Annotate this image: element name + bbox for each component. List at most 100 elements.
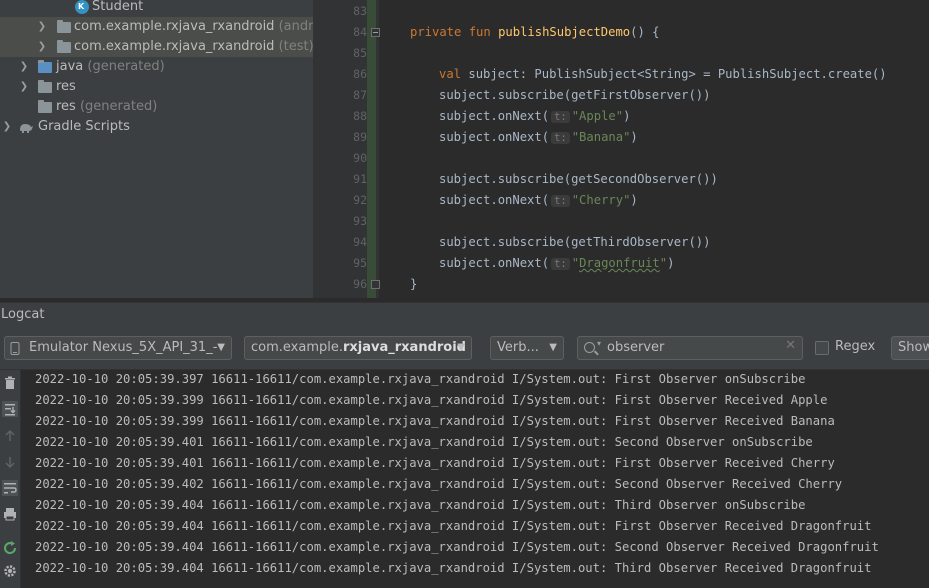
chevron-right-icon[interactable]: ❯ <box>18 57 30 77</box>
log-line[interactable]: 2022-10-10 20:05:39.399 16611-16611/com.… <box>35 411 835 432</box>
show-only-selected-button[interactable]: Show <box>891 336 929 360</box>
function-name: publishSubjectDemo <box>498 25 631 39</box>
log-line[interactable]: 2022-10-10 20:05:39.399 16611-16611/com.… <box>35 390 827 411</box>
search-history-caret-icon[interactable]: ▾ <box>597 339 601 348</box>
logcat-search-input[interactable]: ▾ observer ✕ <box>577 336 803 360</box>
tree-item-res-generated[interactable]: res (generated) <box>0 97 313 117</box>
line-number: 94 <box>353 235 367 249</box>
resource-folder-icon <box>38 100 52 113</box>
parameter-hint: t: <box>551 111 570 123</box>
line-number: 84 <box>353 25 367 39</box>
tree-item-label: com.example.rxjava_rxandroid <box>74 39 275 54</box>
print-icon[interactable] <box>2 506 18 522</box>
line-number: 96 <box>353 277 367 291</box>
gradle-elephant-icon <box>20 124 33 133</box>
logcat-side-toolbar <box>0 370 21 588</box>
log-line[interactable]: 2022-10-10 20:05:39.404 16611-16611/com.… <box>35 516 871 537</box>
code-line-89[interactable]: subject.onNext(t: "Banana") <box>439 127 638 148</box>
chevron-right-icon[interactable]: ❯ <box>1 117 13 137</box>
arrow-up-icon[interactable] <box>2 428 18 444</box>
package-prefix: com.example. <box>251 340 343 355</box>
device-selector[interactable]: Emulator Nexus_5X_API_31_- ▼ <box>4 336 232 360</box>
code-text: subject.onNext( <box>439 256 550 270</box>
log-line[interactable]: 2022-10-10 20:05:39.404 16611-16611/com.… <box>35 495 805 516</box>
log-line[interactable]: 2022-10-10 20:05:39.401 16611-16611/com.… <box>35 453 835 474</box>
code-line-92[interactable]: subject.onNext(t: "Cherry") <box>439 190 638 211</box>
typo-word: Dragonfruit <box>579 256 660 270</box>
code-text: ) <box>623 109 631 123</box>
tree-item-android-test-package[interactable]: ❯ com.example.rxjava_rxandroid (androidT… <box>0 17 313 37</box>
project-tree: Student ❯ com.example.rxjava_rxandroid (… <box>0 0 313 298</box>
vcs-change-marker <box>367 0 376 298</box>
line-number: 85 <box>353 46 367 60</box>
regex-checkbox[interactable] <box>815 341 829 355</box>
generated-folder-icon <box>38 60 52 73</box>
code-text: subject.onNext( <box>439 109 550 123</box>
line-number: 88 <box>353 109 367 123</box>
dropdown-caret-icon: ▼ <box>217 342 225 353</box>
code-line-95[interactable]: subject.onNext(t: "Dragonfruit") <box>439 253 674 274</box>
package-selector[interactable]: com.example.rxjava_rxandroid ▼ <box>244 336 472 360</box>
tree-item-label: Gradle Scripts <box>38 119 130 134</box>
resource-folder-icon <box>38 80 52 93</box>
clear-search-icon[interactable]: ✕ <box>785 338 796 353</box>
code-line-86[interactable]: val subject: PublishSubject<String> = Pu… <box>439 64 887 85</box>
line-number: 89 <box>353 130 367 144</box>
log-line[interactable]: 2022-10-10 20:05:39.404 16611-16611/com.… <box>35 537 879 558</box>
search-icon[interactable] <box>584 342 595 353</box>
kotlin-class-icon <box>75 0 89 17</box>
line-number: 92 <box>353 193 367 207</box>
log-line[interactable]: 2022-10-10 20:05:39.404 16611-16611/com.… <box>35 558 871 579</box>
fold-collapse-icon[interactable] <box>371 28 380 37</box>
string-literal: "Apple" <box>571 109 624 123</box>
log-line[interactable]: 2022-10-10 20:05:39.401 16611-16611/com.… <box>35 432 813 453</box>
settings-gear-icon[interactable] <box>2 563 18 579</box>
tree-item-gradle-scripts[interactable]: ❯ Gradle Scripts <box>0 117 313 137</box>
restart-icon[interactable] <box>2 540 18 556</box>
regex-label[interactable]: Regex <box>835 339 875 354</box>
tree-item-test-package[interactable]: ❯ com.example.rxjava_rxandroid (test) <box>0 37 313 57</box>
parameter-hint: t: <box>551 258 570 270</box>
line-number: 86 <box>353 67 367 81</box>
string-literal: "Banana" <box>571 130 631 144</box>
arrow-down-icon[interactable] <box>2 454 18 470</box>
chevron-right-icon[interactable]: ❯ <box>36 17 48 37</box>
code-line-88[interactable]: subject.onNext(t: "Apple") <box>439 106 630 127</box>
dropdown-caret-icon: ▼ <box>457 342 465 353</box>
logcat-toolbar: Emulator Nexus_5X_API_31_- ▼ com.example… <box>0 326 929 370</box>
code-line-91[interactable]: subject.subscribe(getSecondObserver()) <box>439 169 718 190</box>
tree-item-student[interactable]: Student <box>0 0 313 17</box>
tree-item-res[interactable]: ❯ res <box>0 77 313 97</box>
code-text: () { <box>630 25 660 39</box>
code-line-96[interactable]: } <box>410 274 417 295</box>
code-line-87[interactable]: subject.subscribe(getFirstObserver()) <box>439 85 711 106</box>
string-literal: "Dragonfruit" <box>572 256 667 270</box>
parameter-hint: t: <box>551 195 570 207</box>
fold-end-icon[interactable] <box>371 280 380 289</box>
keyword: private fun <box>410 25 499 39</box>
chevron-right-icon[interactable]: ❯ <box>36 37 48 57</box>
search-value: observer <box>607 340 665 355</box>
line-number: 83 <box>353 4 367 18</box>
trash-icon[interactable] <box>2 375 18 391</box>
package-icon <box>57 20 71 33</box>
tree-item-suffix: (generated) <box>87 59 165 74</box>
log-level-selector[interactable]: Verb... ▼ <box>490 336 564 360</box>
scroll-to-end-icon[interactable] <box>2 401 18 417</box>
log-line[interactable]: 2022-10-10 20:05:39.397 16611-16611/com.… <box>35 369 805 390</box>
code-text: subject.onNext( <box>439 130 550 144</box>
logcat-header: Logcat <box>0 302 929 326</box>
soft-wrap-icon[interactable] <box>2 480 18 496</box>
tree-item-label: res <box>56 99 76 114</box>
log-line[interactable]: 2022-10-10 20:05:39.402 16611-16611/com.… <box>35 474 842 495</box>
line-number: 90 <box>353 151 367 165</box>
code-text: subject.onNext( <box>439 193 550 207</box>
tree-item-java-generated[interactable]: ❯ java (generated) <box>0 57 313 77</box>
code-line-94[interactable]: subject.subscribe(getThirdObserver()) <box>439 232 711 253</box>
code-line-84[interactable]: private fun publishSubjectDemo() { <box>410 22 660 43</box>
dropdown-caret-icon: ▼ <box>549 342 557 353</box>
tree-item-label: com.example.rxjava_rxandroid <box>74 19 275 34</box>
chevron-right-icon[interactable]: ❯ <box>18 77 30 97</box>
code-text: ) <box>630 130 638 144</box>
code-text: ) <box>667 256 675 270</box>
